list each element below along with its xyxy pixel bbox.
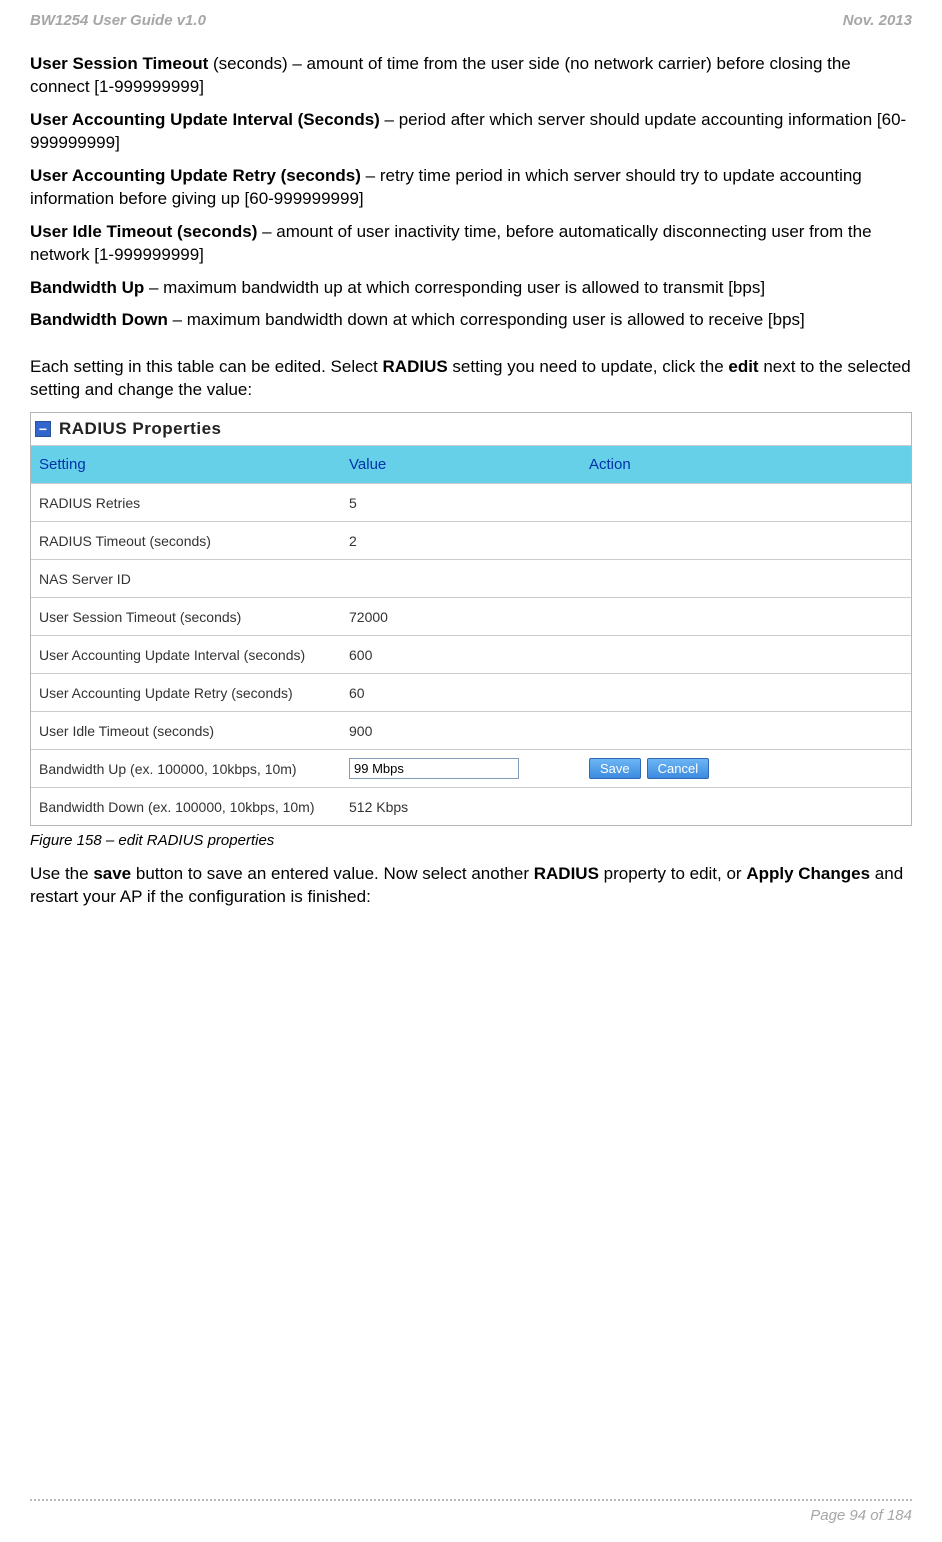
cell-value: 72000 <box>341 601 581 633</box>
cell-value: 60 <box>341 677 581 709</box>
cell-setting: Bandwidth Down (ex. 100000, 10kbps, 10m) <box>31 791 341 823</box>
cell-setting: User Accounting Update Interval (seconds… <box>31 639 341 671</box>
cell-action: Save Cancel <box>581 750 911 787</box>
paragraph-bandwidth-up: Bandwidth Up – maximum bandwidth up at w… <box>30 277 912 300</box>
cell-value <box>341 571 581 587</box>
column-header-action: Action <box>581 446 911 483</box>
cell-action <box>581 533 911 549</box>
paragraph-intro: Each setting in this table can be edited… <box>30 356 912 402</box>
text: property to edit, or <box>599 864 746 883</box>
page-header: BW1254 User Guide v1.0 Nov. 2013 <box>30 12 912 29</box>
cell-value-editing <box>341 750 581 787</box>
cell-action <box>581 571 911 587</box>
cell-value: 900 <box>341 715 581 747</box>
paragraph-accounting-interval: User Accounting Update Interval (Seconds… <box>30 109 912 155</box>
cell-action <box>581 609 911 625</box>
table-header-row: Setting Value Action <box>31 446 911 483</box>
figure-caption: Figure 158 – edit RADIUS properties <box>30 832 912 849</box>
cell-setting: User Idle Timeout (seconds) <box>31 715 341 747</box>
paragraph-outro: Use the save button to save an entered v… <box>30 863 912 909</box>
bandwidth-up-input[interactable] <box>349 758 519 779</box>
text: Use the <box>30 864 93 883</box>
header-right: Nov. 2013 <box>843 12 912 29</box>
cell-action <box>581 723 911 739</box>
cell-value: 5 <box>341 487 581 519</box>
paragraph-accounting-retry: User Accounting Update Retry (seconds) –… <box>30 165 912 211</box>
text: button to save an entered value. Now sel… <box>131 864 534 883</box>
radius-properties-table: RADIUS Properties Setting Value Action R… <box>30 412 912 826</box>
table-row[interactable]: User Accounting Update Interval (seconds… <box>31 635 911 673</box>
cell-value: 2 <box>341 525 581 557</box>
bold-radius: RADIUS <box>383 357 448 376</box>
definition: – maximum bandwidth up at which correspo… <box>144 278 765 297</box>
table-row[interactable]: NAS Server ID <box>31 559 911 597</box>
term: User Session Timeout <box>30 54 208 73</box>
term: User Accounting Update Interval (Seconds… <box>30 110 380 129</box>
text: Each setting in this table can be edited… <box>30 357 383 376</box>
cancel-button[interactable]: Cancel <box>647 758 709 779</box>
term: Bandwidth Up <box>30 278 144 297</box>
cell-setting: RADIUS Timeout (seconds) <box>31 525 341 557</box>
header-left: BW1254 User Guide v1.0 <box>30 12 206 29</box>
table-row[interactable]: User Idle Timeout (seconds) 900 <box>31 711 911 749</box>
cell-setting: Bandwidth Up (ex. 100000, 10kbps, 10m) <box>31 753 341 785</box>
paragraph-idle-timeout: User Idle Timeout (seconds) – amount of … <box>30 221 912 267</box>
cell-action <box>581 685 911 701</box>
table-row[interactable]: User Accounting Update Retry (seconds) 6… <box>31 673 911 711</box>
term: User Idle Timeout (seconds) <box>30 222 257 241</box>
bold-save: save <box>93 864 131 883</box>
cell-value: 600 <box>341 639 581 671</box>
term: Bandwidth Down <box>30 310 168 329</box>
save-button[interactable]: Save <box>589 758 641 779</box>
cell-action <box>581 647 911 663</box>
cell-setting: User Accounting Update Retry (seconds) <box>31 677 341 709</box>
table-row[interactable]: RADIUS Retries 5 <box>31 483 911 521</box>
paragraph-user-session-timeout: User Session Timeout (seconds) – amount … <box>30 53 912 99</box>
column-header-setting: Setting <box>31 446 341 483</box>
cell-setting: NAS Server ID <box>31 563 341 595</box>
cell-action <box>581 495 911 511</box>
cell-setting: User Session Timeout (seconds) <box>31 601 341 633</box>
divider <box>30 1499 912 1501</box>
term: User Accounting Update Retry (seconds) <box>30 166 361 185</box>
table-row[interactable]: RADIUS Timeout (seconds) 2 <box>31 521 911 559</box>
bold-radius: RADIUS <box>534 864 599 883</box>
bold-edit: edit <box>728 357 758 376</box>
paragraph-bandwidth-down: Bandwidth Down – maximum bandwidth down … <box>30 309 912 332</box>
column-header-value: Value <box>341 446 581 483</box>
table-row-editing[interactable]: Bandwidth Up (ex. 100000, 10kbps, 10m) S… <box>31 749 911 787</box>
collapse-icon[interactable] <box>35 421 51 437</box>
cell-setting: RADIUS Retries <box>31 487 341 519</box>
definition: – maximum bandwidth down at which corres… <box>168 310 805 329</box>
page-number: Page 94 of 184 <box>30 1507 912 1524</box>
cell-action <box>581 799 911 815</box>
table-title-row: RADIUS Properties <box>31 413 911 446</box>
table-row[interactable]: Bandwidth Down (ex. 100000, 10kbps, 10m)… <box>31 787 911 825</box>
text: setting you need to update, click the <box>448 357 729 376</box>
page-footer: Page 94 of 184 <box>30 1499 912 1524</box>
cell-value: 512 Kbps <box>341 791 581 823</box>
bold-apply-changes: Apply Changes <box>746 864 870 883</box>
table-row[interactable]: User Session Timeout (seconds) 72000 <box>31 597 911 635</box>
table-title: RADIUS Properties <box>59 419 221 439</box>
